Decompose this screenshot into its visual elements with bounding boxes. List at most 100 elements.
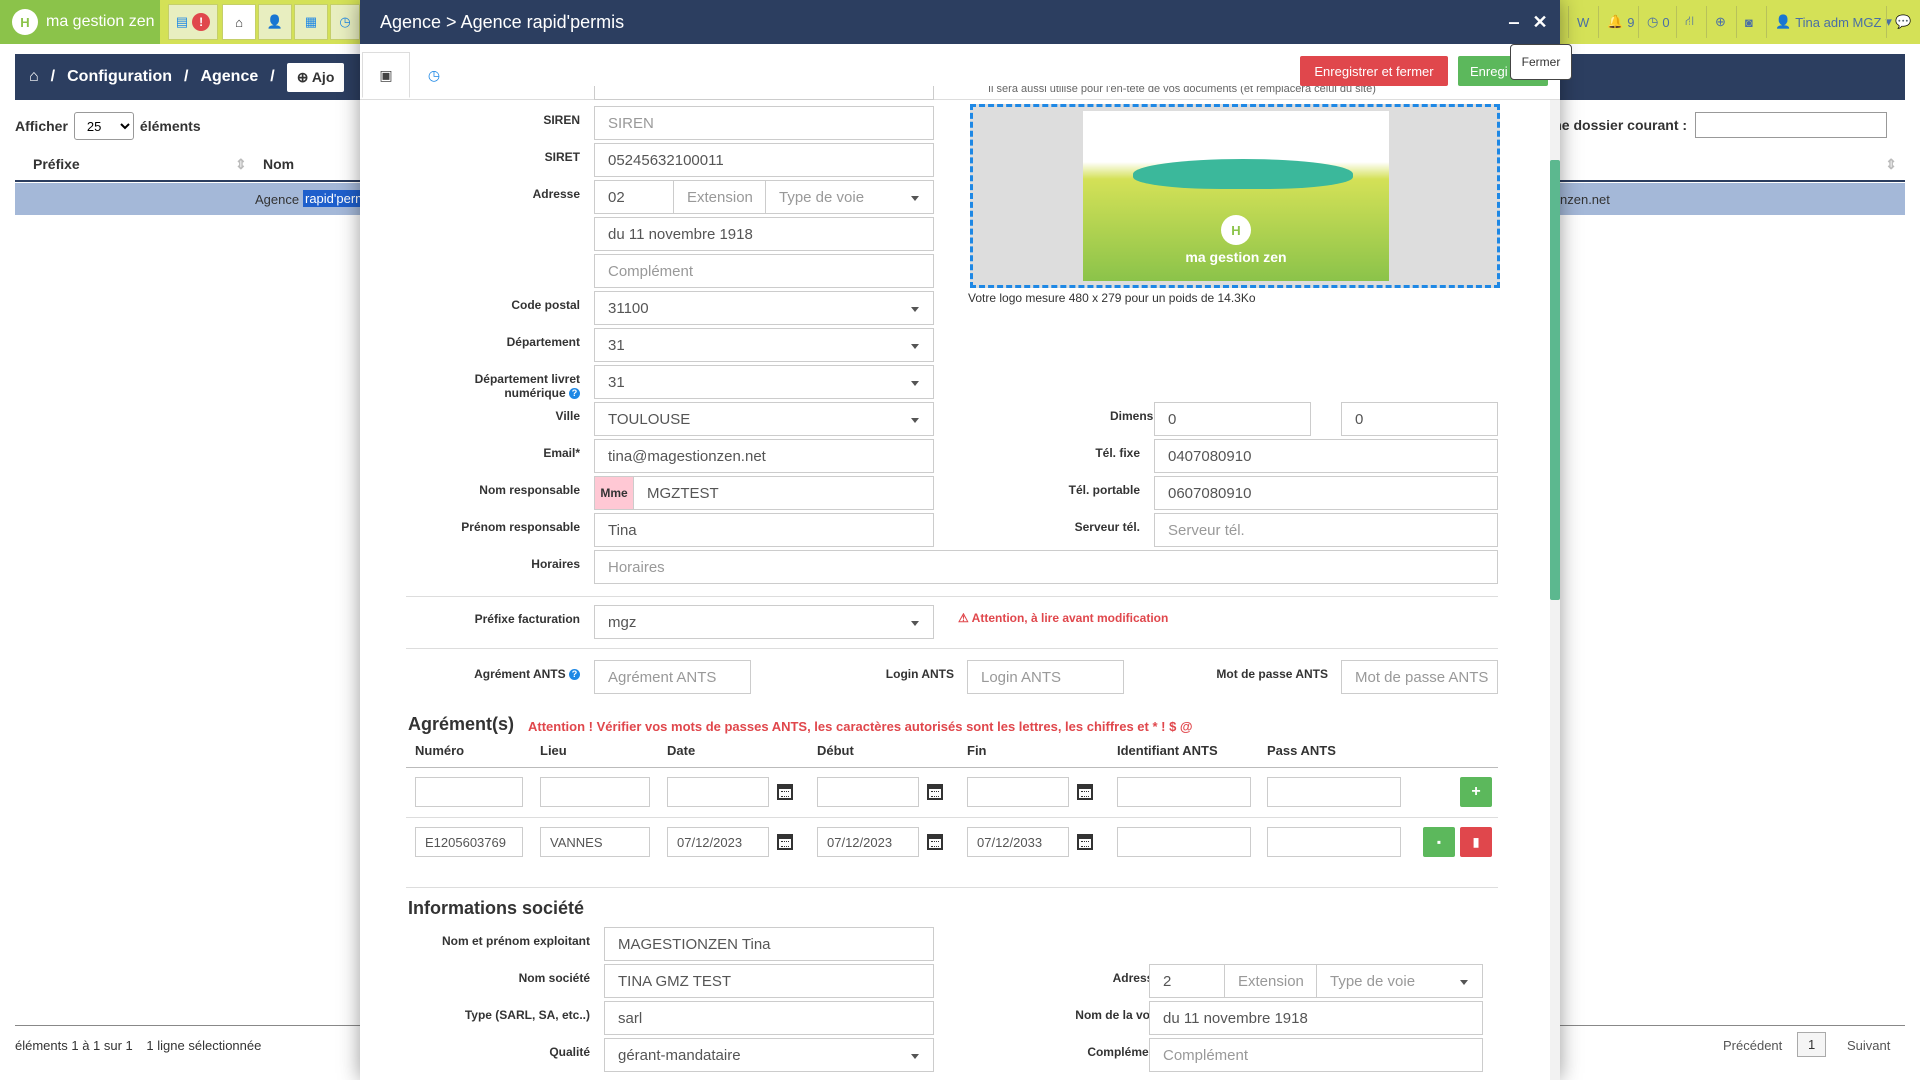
scrollbar-thumb[interactable] <box>1550 160 1560 600</box>
agrement-date-input[interactable]: 07/12/2023 <box>667 827 769 857</box>
close-button[interactable]: ✕ <box>1528 10 1552 34</box>
siren-input[interactable]: SIREN <box>594 106 934 140</box>
nom-responsable-input[interactable]: MGZTEST <box>633 476 934 510</box>
alerts-button[interactable]: ▤ ! <box>168 4 218 40</box>
prenom-responsable-input[interactable]: Tina <box>594 513 934 547</box>
notifications-count: 9 <box>1627 14 1635 30</box>
agrement-pass-input[interactable] <box>1267 827 1401 857</box>
societe-street-type-select[interactable]: Type de voie <box>1316 964 1483 998</box>
tel-fixe-input[interactable]: 0407080910 <box>1154 439 1498 473</box>
help-icon[interactable]: ? <box>569 388 580 399</box>
next-button[interactable]: Suivant <box>1847 1038 1890 1053</box>
calendar-button[interactable]: ▦ <box>294 4 328 40</box>
societe-complement-input[interactable]: Complément <box>1149 1038 1483 1072</box>
code-postal-select[interactable]: 31100 <box>594 291 934 325</box>
add-agrement-button[interactable]: + <box>1460 777 1492 807</box>
new-debut-input[interactable] <box>817 777 919 807</box>
tab-history[interactable]: ◷ <box>410 52 458 98</box>
chat-button[interactable]: 💬 <box>1886 6 1919 38</box>
w-button[interactable]: W <box>1568 6 1597 38</box>
column-prefixe[interactable]: Préfixe <box>33 156 80 172</box>
new-lieu-input[interactable] <box>540 777 650 807</box>
calendar-icon[interactable] <box>927 784 943 800</box>
nom-societe-label: Nom société <box>518 971 590 985</box>
calendar-icon[interactable] <box>777 784 793 800</box>
agrement-lieu-input[interactable]: VANNES <box>540 827 650 857</box>
home-button[interactable]: ⌂ <box>222 4 256 40</box>
departement-livret-select[interactable]: 31 <box>594 365 934 399</box>
breadcrumb-configuration[interactable]: Configuration <box>67 68 172 86</box>
agrement-identifiant-input[interactable] <box>1117 827 1251 857</box>
extension-input[interactable]: Extension <box>673 180 766 214</box>
prefixe-warning[interactable]: ⚠ Attention, à lire avant modification <box>958 611 1168 625</box>
agrement-ants-input[interactable]: Agrément ANTS <box>594 660 751 694</box>
bell-icon: 🔔 <box>1607 14 1624 29</box>
save-close-button[interactable]: Enregistrer et fermer <box>1300 56 1448 86</box>
siret-input[interactable]: 05245632100011 <box>594 143 934 177</box>
new-date-input[interactable] <box>667 777 769 807</box>
page-size-select[interactable]: 25 <box>73 112 134 140</box>
agrement-numero-input[interactable]: E1205603769 <box>415 827 523 857</box>
street-name-input[interactable]: du 11 novembre 1918 <box>594 217 934 251</box>
clock-button[interactable]: ◷ <box>330 4 360 40</box>
prefixe-facturation-select[interactable]: mgz <box>594 605 934 639</box>
new-numero-input[interactable] <box>415 777 523 807</box>
users-button[interactable]: 👤 <box>258 4 292 40</box>
save-agrement-button[interactable]: ▪ <box>1423 827 1455 857</box>
street-type-select[interactable]: Type de voie <box>765 180 934 214</box>
qualite-select[interactable]: gérant-mandataire <box>604 1038 934 1072</box>
user-icon: 👤 <box>1775 14 1792 29</box>
page-button[interactable]: 1 <box>1797 1032 1827 1057</box>
logo-dropzone[interactable]: H ma gestion zen <box>970 104 1500 288</box>
column-nom[interactable]: Nom <box>263 156 294 172</box>
horaires-label: Horaires <box>531 557 580 571</box>
nom-voie-input[interactable]: du 11 novembre 1918 <box>1149 1001 1483 1035</box>
login-ants-input[interactable]: Login ANTS <box>967 660 1124 694</box>
breadcrumb-agence[interactable]: Agence <box>200 68 258 86</box>
tab-info[interactable]: ▣ <box>362 52 410 98</box>
brand-logo[interactable]: H ma gestion zen <box>0 0 160 44</box>
type-societe-input[interactable]: sarl <box>604 1001 934 1035</box>
email-field[interactable]: tina@magestionzen.net <box>594 439 934 473</box>
calendar-icon[interactable] <box>777 834 793 850</box>
user-menu[interactable]: 👤 Tina adm MGZ ▾ <box>1766 6 1900 38</box>
previous-button[interactable]: Précédent <box>1723 1038 1782 1053</box>
timer-button[interactable]: ◷ 0 <box>1638 6 1678 38</box>
ville-select[interactable]: TOULOUSE <box>594 402 934 436</box>
serveur-tel-input[interactable]: Serveur tél. <box>1154 513 1498 547</box>
societe-street-number-input[interactable]: 2 <box>1149 964 1225 998</box>
new-fin-input[interactable] <box>967 777 1069 807</box>
nom-societe-input[interactable]: TINA GMZ TEST <box>604 964 934 998</box>
search-input[interactable] <box>1695 112 1888 138</box>
calendar-icon[interactable] <box>927 834 943 850</box>
complement-input[interactable]: Complément <box>594 254 934 288</box>
notifications-button[interactable]: 🔔 9 <box>1598 6 1642 38</box>
minimize-icon: ‒ <box>1508 11 1519 32</box>
horaires-input[interactable]: Horaires <box>594 550 1498 584</box>
add-button[interactable]: ⊕ Ajo <box>286 62 345 92</box>
calendar-icon[interactable] <box>1077 784 1093 800</box>
departement-select[interactable]: 31 <box>594 328 934 362</box>
logo-width-input[interactable]: 0 <box>1154 402 1311 436</box>
help-icon[interactable]: ? <box>569 669 580 680</box>
mdp-ants-input[interactable]: Mot de passe ANTS <box>1341 660 1498 694</box>
agrement-fin-input[interactable]: 07/12/2033 <box>967 827 1069 857</box>
home-icon[interactable]: ⌂ <box>29 68 39 86</box>
agrement-debut-input[interactable]: 07/12/2023 <box>817 827 919 857</box>
camera-button[interactable]: ◙ <box>1736 6 1761 38</box>
calendar-icon[interactable] <box>1077 834 1093 850</box>
elements-label: éléments <box>139 118 201 134</box>
support-button[interactable]: ⊕ <box>1706 6 1734 38</box>
new-identifiant-input[interactable] <box>1117 777 1251 807</box>
societe-extension-input[interactable]: Extension <box>1224 964 1317 998</box>
street-number-input[interactable]: 02 <box>594 180 674 214</box>
tel-portable-input[interactable]: 0607080910 <box>1154 476 1498 510</box>
minimize-button[interactable]: ‒ <box>1502 10 1526 34</box>
delete-agrement-button[interactable]: ▮ <box>1460 827 1492 857</box>
exploitant-input[interactable]: MAGESTIONZEN Tina <box>604 927 934 961</box>
new-pass-input[interactable] <box>1267 777 1401 807</box>
civility-toggle[interactable]: Mme <box>594 476 634 510</box>
logo-height-input[interactable]: 0 <box>1341 402 1498 436</box>
divider <box>406 596 1498 597</box>
road-button[interactable]: ⛙ <box>1676 6 1702 38</box>
